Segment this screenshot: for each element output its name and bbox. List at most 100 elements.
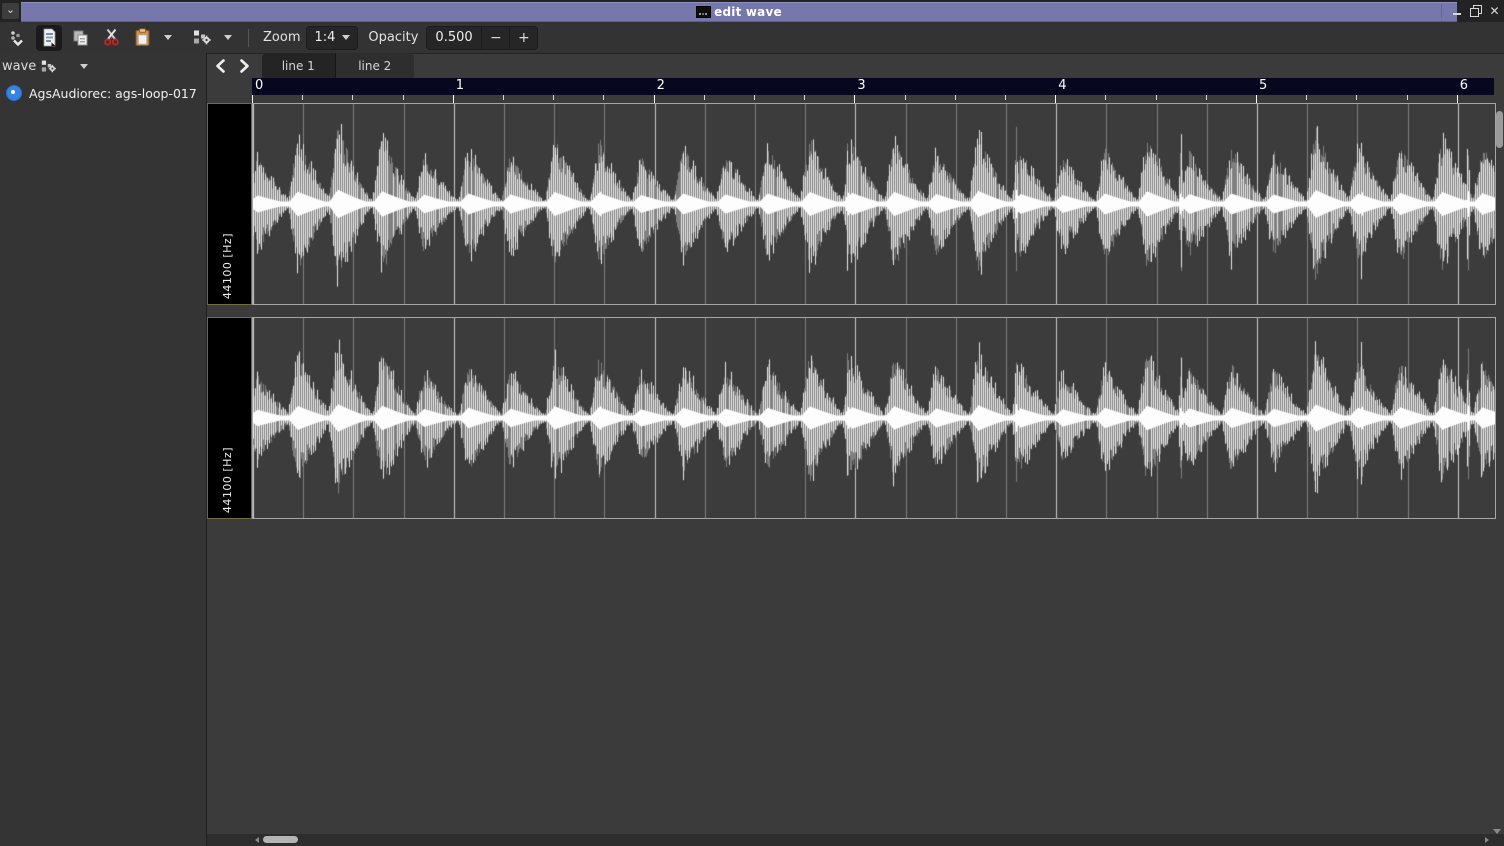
ruler-tick <box>352 95 353 100</box>
ruler-number: 1 <box>456 78 464 93</box>
tab-line-2[interactable]: line 2 <box>335 53 414 78</box>
ruler-tick <box>553 95 554 100</box>
ruler-tick <box>1457 95 1458 103</box>
ruler-tick <box>453 95 454 103</box>
ruler-tick <box>1256 95 1257 103</box>
paste-clipboard-icon <box>134 28 151 47</box>
machine-selector-button[interactable] <box>189 25 215 51</box>
tab-line-1-label: line 1 <box>282 59 315 73</box>
machine-radio-label: AgsAudiorec: ags-loop-017 <box>29 86 197 101</box>
tab-forward-button[interactable] <box>235 56 253 76</box>
ruler-tick <box>1306 95 1307 100</box>
horizontal-scrollbar[interactable] <box>207 834 1504 846</box>
ruler-number: 2 <box>657 78 665 93</box>
cut-tool-button[interactable] <box>98 25 124 51</box>
chevron-down-icon <box>80 64 88 69</box>
scroll-right-arrow[interactable] <box>1485 837 1489 843</box>
ruler-tick <box>1356 95 1357 100</box>
wave-sidebar: wave AgsAudiorec: ags-loop-017 <box>0 53 207 846</box>
opacity-label: Opacity <box>368 30 418 45</box>
ruler-tick <box>252 95 253 103</box>
ruler-number: 6 <box>1460 78 1468 93</box>
ruler-tick <box>905 95 906 100</box>
machine-grid-gear-icon <box>193 29 212 46</box>
ruler-tick <box>603 95 604 100</box>
maximize-button[interactable] <box>1468 3 1483 19</box>
chevron-down-icon <box>164 35 172 40</box>
horizontal-scrollbar-thumb[interactable] <box>263 836 298 843</box>
window-menu-button[interactable]: ⌄ <box>2 3 19 19</box>
ruler-tick <box>854 95 855 103</box>
tab-back-button[interactable] <box>211 56 229 76</box>
titlebar-strip[interactable]: edit wave <box>21 2 1457 22</box>
tool-extra-dropdown[interactable] <box>158 26 178 50</box>
sidebar-dropdown[interactable] <box>74 54 94 78</box>
chevron-right-icon <box>239 59 250 73</box>
waveform-view-2[interactable] <box>252 317 1496 519</box>
opacity-spinner: 0.500 − + <box>426 26 538 50</box>
ruler-tick <box>704 95 705 100</box>
scroll-left-arrow[interactable] <box>255 837 259 843</box>
controls-separator <box>1441 4 1442 18</box>
ruler-tick <box>1105 95 1106 100</box>
samplerate-label-1: 44100 [Hz] <box>221 233 234 299</box>
window-controls: ✕ <box>1441 0 1502 22</box>
ruler-number: 5 <box>1259 78 1267 93</box>
ruler-tick <box>1055 95 1056 103</box>
sidebar-title: wave <box>2 59 36 74</box>
opacity-decrease-button[interactable]: − <box>481 27 509 49</box>
line-tabbar: line 1 line 2 <box>262 53 414 78</box>
vertical-scrollbar[interactable] <box>1496 105 1503 832</box>
machine-grid-gear-icon <box>41 59 57 74</box>
waveform-view-1[interactable] <box>252 103 1496 305</box>
ruler-tick <box>302 95 303 100</box>
ruler-tick <box>1005 95 1006 100</box>
ruler-tick <box>503 95 504 100</box>
ruler-number: 4 <box>1058 78 1066 93</box>
zoom-value: 1:4 <box>314 30 335 45</box>
window-title: edit wave <box>714 5 782 19</box>
opacity-increase-button[interactable]: + <box>509 27 537 49</box>
ruler-tick <box>654 95 655 103</box>
vertical-scrollbar-thumb[interactable] <box>1496 111 1503 148</box>
ruler-tick <box>1156 95 1157 100</box>
edit-tool-button[interactable] <box>36 25 62 51</box>
tab-line-1[interactable]: line 1 <box>262 53 335 78</box>
tab-line-2-label: line 2 <box>358 59 391 73</box>
waveform-canvas-2[interactable] <box>253 318 1495 518</box>
waveform-canvas-1[interactable] <box>253 104 1495 304</box>
machine-dropdown[interactable] <box>218 26 238 50</box>
minimize-button[interactable] <box>1449 3 1464 19</box>
position-tool-button[interactable] <box>5 25 31 51</box>
ruler-number: 0 <box>255 78 263 93</box>
zoom-dropdown[interactable]: 1:4 <box>306 26 358 50</box>
chevron-down-icon <box>224 35 232 40</box>
position-cursor-icon <box>9 29 27 47</box>
samplerate-label-box-2: 44100 [Hz] <box>207 317 252 519</box>
close-button[interactable]: ✕ <box>1487 3 1502 19</box>
ruler-ticks <box>252 95 1494 103</box>
zoom-label: Zoom <box>263 30 300 45</box>
toolbar-separator <box>248 29 249 47</box>
copy-icon <box>71 29 90 47</box>
machine-radio-selected[interactable] <box>6 85 22 101</box>
samplerate-label-2: 44100 [Hz] <box>221 447 234 513</box>
copy-tool-button[interactable] <box>67 25 93 51</box>
ruler-tick <box>754 95 755 100</box>
ruler-tick <box>1407 95 1408 100</box>
time-ruler[interactable]: 0123456 <box>252 78 1494 95</box>
chevron-down-icon <box>342 35 350 40</box>
maximize-icon <box>1470 5 1482 17</box>
toolbar: Zoom 1:4 Opacity 0.500 − + <box>0 22 1504 54</box>
ruler-tick <box>804 95 805 100</box>
cut-scissors-icon <box>103 28 120 47</box>
minimize-icon <box>1453 13 1461 15</box>
samplerate-label-box-1: 44100 [Hz] <box>207 103 252 305</box>
ruler-tick <box>955 95 956 100</box>
machine-radio-row[interactable]: AgsAudiorec: ags-loop-017 <box>0 79 206 103</box>
opacity-value-field[interactable]: 0.500 <box>427 27 481 49</box>
edit-document-icon <box>40 28 58 47</box>
paste-tool-button[interactable] <box>129 25 155 51</box>
ruler-tick <box>1206 95 1207 100</box>
edit-wave-window: ⌄ edit wave ✕ <box>0 0 1504 846</box>
